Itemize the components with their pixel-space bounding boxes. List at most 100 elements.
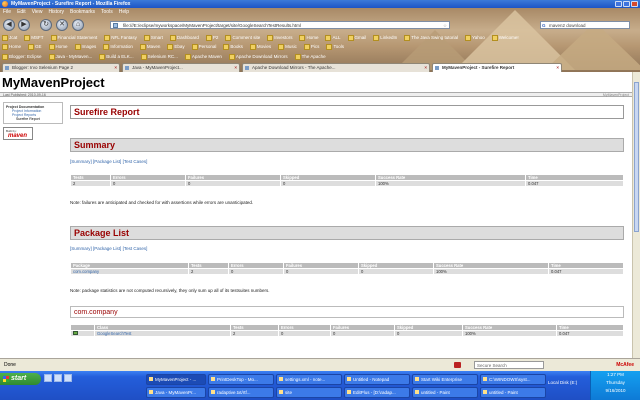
bookmark-star-icon[interactable]: ☆ [443, 22, 447, 28]
quick-launch-icon[interactable] [54, 374, 62, 382]
forward-button[interactable]: ▶ [18, 19, 30, 31]
system-tray-clock[interactable]: 1:27 PM Thursday 9/16/2010 [590, 371, 640, 400]
link-package-list[interactable]: [Package List] [93, 159, 121, 164]
bookmark-item[interactable]: Build a ELK... [99, 53, 133, 61]
close-tab-icon[interactable]: × [234, 64, 237, 72]
bookmark-item[interactable]: The Apache [295, 53, 326, 61]
bookmark-item[interactable]: Yahoo [465, 34, 485, 42]
bookmark-item[interactable]: Ebay [167, 43, 184, 51]
reload-button[interactable]: ↻ [40, 19, 52, 31]
home-button[interactable]: ⌂ [72, 19, 84, 31]
bookmark-item[interactable]: LinkedIn [373, 34, 397, 42]
url-bar[interactable]: file:///E:/eclipse/myworkspace/MyMavenPr… [110, 21, 450, 29]
cell-time: 0.047 [525, 180, 624, 187]
quick-launch-icon[interactable] [44, 374, 52, 382]
cell-package-link[interactable]: com.company [70, 268, 189, 275]
menu-file[interactable]: File [3, 9, 11, 16]
taskbar-button[interactable]: untitled - Paint [412, 387, 478, 398]
local-disk-label[interactable]: Local Disk (E:) [548, 380, 577, 385]
bookmark-item[interactable]: Smart [144, 34, 163, 42]
start-button[interactable]: start [0, 373, 41, 385]
bookmark-item[interactable]: Home [49, 43, 68, 51]
link-summary[interactable]: [Summary] [70, 246, 92, 251]
link-package-list[interactable]: [Package List] [93, 246, 121, 251]
bookmark-item[interactable]: Music [278, 43, 297, 51]
maximize-button[interactable] [623, 1, 630, 7]
taskbar-button[interactable]: site [276, 387, 342, 398]
clock-date: 9/16/2010 [605, 388, 626, 393]
close-window-button[interactable] [631, 1, 638, 7]
bookmark-item[interactable]: NFL Fantasy [104, 34, 137, 42]
taskbar-button[interactable]: C:\WINDOWS\syst... [480, 374, 546, 385]
bookmark-item[interactable]: Tools [326, 43, 344, 51]
secure-search-field[interactable]: Secure Search [474, 361, 544, 369]
stop-button[interactable]: ✕ [56, 19, 68, 31]
bookmark-item[interactable]: Welcome! [492, 34, 519, 42]
minimize-button[interactable] [615, 1, 622, 7]
bookmark-item[interactable]: Home [2, 43, 21, 51]
bookmark-item[interactable]: Comment site [225, 34, 260, 42]
menu-help[interactable]: Help [119, 9, 129, 16]
bookmark-item[interactable]: P2 [206, 34, 219, 42]
menu-view[interactable]: View [32, 9, 43, 16]
bookmark-item[interactable]: ALL [325, 34, 340, 42]
tab-java[interactable]: Java - MyMavenProject... × [122, 63, 240, 72]
page-icon [113, 23, 118, 28]
menu-tools[interactable]: Tools [101, 9, 113, 16]
bookmark-item[interactable]: GE [28, 43, 42, 51]
bookmark-item[interactable]: Dashboard [170, 34, 199, 42]
bookmark-item[interactable]: Java - MyMaven... [49, 53, 93, 61]
back-button[interactable]: ◀ [3, 19, 15, 31]
taskbar-button[interactable]: EditPlus - [D:\radap... [344, 387, 410, 398]
taskbar-button[interactable]: radaptive.txt/rtf... [208, 387, 274, 398]
scrollbar-thumb[interactable] [634, 82, 639, 232]
bookmark-item[interactable]: Jcat [2, 34, 17, 42]
vertical-scrollbar[interactable] [632, 72, 640, 358]
bookmark-item[interactable]: Financial Statement [51, 34, 98, 42]
bookmark-item[interactable]: Apache Download Mirrors [229, 53, 288, 61]
bookmark-item[interactable]: Books [223, 43, 243, 51]
tab-apache[interactable]: Apache Download Mirrors - The Apache... … [242, 63, 430, 72]
built-by-maven-logo[interactable]: Built by: maven [3, 127, 33, 140]
breadcrumb[interactable]: MyMavenProject [603, 93, 629, 97]
taskbar-button[interactable]: Untitled - Notepad [344, 374, 410, 385]
bookmark-item[interactable]: Information [103, 43, 133, 51]
taskbar-button[interactable]: untitled - Paint [480, 387, 546, 398]
link-test-cases[interactable]: [Test Cases] [123, 246, 148, 251]
tab-surefire-report[interactable]: MyMavenProject - Surefire Report × [432, 63, 562, 72]
bookmark-item[interactable]: Selenium RC... [141, 53, 178, 61]
menu-bookmarks[interactable]: Bookmarks [70, 9, 95, 16]
bookmark-item[interactable]: Pics [304, 43, 320, 51]
bookmark-item[interactable]: MSFT [24, 34, 43, 42]
bookmark-item[interactable]: Investors [267, 34, 292, 42]
close-tab-icon[interactable]: × [424, 64, 427, 72]
menu-edit[interactable]: Edit [17, 9, 26, 16]
link-test-cases[interactable]: [Test Cases] [123, 159, 148, 164]
cell-success-rate: 100% [375, 180, 526, 187]
cell-skipped: 0 [358, 268, 434, 275]
bookmark-item[interactable]: Apache Maven [185, 53, 222, 61]
bookmark-item[interactable]: Personal [192, 43, 217, 51]
bookmark-item[interactable]: The Java Swing tutorial [404, 34, 458, 42]
bookmark-item[interactable]: Home [299, 34, 318, 42]
bookmark-item[interactable]: Movies [250, 43, 271, 51]
close-tab-icon[interactable]: × [114, 64, 117, 72]
taskbar-button[interactable]: Java - MyMavenPr... [146, 387, 206, 398]
mcafee-badge[interactable]: McAfee [616, 359, 634, 371]
tab-blogger[interactable]: Blogger: Irvo Selenium Page 2 × [2, 63, 120, 72]
quick-launch-icon[interactable] [64, 374, 72, 382]
close-tab-icon[interactable]: × [556, 64, 559, 72]
taskbar-button[interactable]: settings.xml - note... [276, 374, 342, 385]
link-summary[interactable]: [Summary] [70, 159, 92, 164]
taskbar-button[interactable]: PrintDeskTop - Mo... [208, 374, 274, 385]
bookmark-item[interactable]: Images [75, 43, 97, 51]
taskbar-button[interactable]: Start Wiki Enterprise [412, 374, 478, 385]
bookmark-item[interactable]: Blogger: Eclipse [2, 53, 42, 61]
search-box[interactable]: G maven2 download [540, 21, 630, 29]
bookmark-item[interactable]: Maven [140, 43, 161, 51]
menu-history[interactable]: History [48, 9, 64, 16]
taskbar-button[interactable]: MyMavenProject - ... [146, 374, 206, 385]
bookmark-item[interactable]: Gmail [348, 34, 367, 42]
security-icon[interactable] [454, 362, 461, 368]
cell-class-link[interactable]: GoogleSearchTest [94, 330, 231, 337]
